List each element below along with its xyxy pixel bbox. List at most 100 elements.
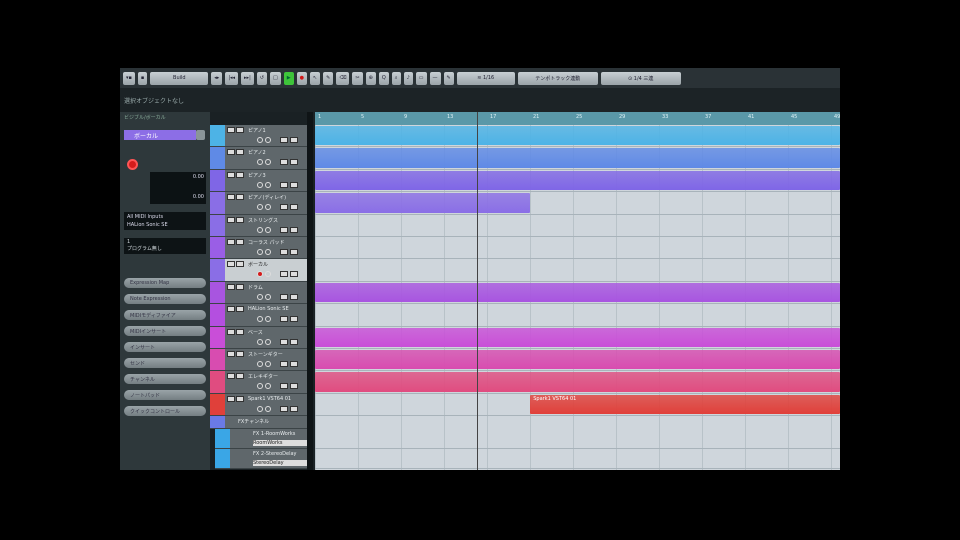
monitor-button[interactable] [265, 271, 271, 278]
mute-solo-button[interactable] [236, 373, 244, 380]
volume-meter[interactable]: 0.00 0.00 [150, 172, 206, 204]
edit-button[interactable] [290, 204, 298, 211]
track-header[interactable]: ストーンギター [210, 349, 310, 372]
midi-part[interactable] [315, 282, 840, 303]
mute-solo-button[interactable] [227, 395, 235, 402]
toolbar-button[interactable]: ◂▸ [211, 71, 223, 85]
toolbar-button[interactable]: ⊙ 1/4 三連 [600, 71, 681, 85]
record-enable-button[interactable] [257, 316, 263, 323]
edit-button[interactable] [290, 361, 298, 367]
track-color-strip[interactable] [210, 304, 225, 326]
monitor-button[interactable] [265, 226, 271, 233]
toolbar-button[interactable]: ✎ [443, 71, 454, 85]
mute-solo-button[interactable] [236, 395, 244, 402]
toolbar-button[interactable]: |◂◂ [225, 71, 239, 85]
edit-button[interactable] [280, 293, 288, 300]
mute-solo-button[interactable] [236, 261, 244, 268]
toolbar-button[interactable]: ▾▪ [123, 71, 135, 85]
midi-part[interactable] [315, 148, 840, 168]
record-enable-button[interactable] [257, 204, 263, 211]
track-header[interactable]: ピアノ3 [210, 169, 310, 193]
record-enable-button[interactable] [257, 361, 263, 367]
monitor-button[interactable] [265, 181, 271, 188]
edit-button[interactable] [280, 316, 288, 323]
mute-solo-button[interactable] [227, 328, 235, 335]
edit-button[interactable] [196, 130, 205, 140]
mute-solo-button[interactable] [227, 283, 235, 290]
edit-button[interactable] [280, 226, 288, 233]
monitor-button[interactable] [265, 405, 271, 412]
toolbar-button[interactable]: — [429, 71, 441, 85]
track-header[interactable]: エレキギター [210, 371, 310, 394]
monitor-button[interactable] [265, 316, 271, 323]
mute-solo-button[interactable] [236, 194, 244, 201]
mute-solo-button[interactable] [236, 351, 244, 357]
track-color-strip[interactable] [210, 416, 225, 429]
record-enable-button[interactable] [257, 383, 263, 390]
edit-button[interactable] [290, 405, 298, 412]
mute-solo-button[interactable] [227, 127, 235, 133]
edit-button[interactable] [280, 204, 288, 211]
track-header[interactable]: ボーカル [210, 259, 310, 282]
track-color-strip[interactable] [210, 169, 225, 192]
toolbar-button[interactable]: ⌕ [391, 71, 401, 85]
inspector-section[interactable]: Note Expression [124, 294, 206, 304]
track-color-strip[interactable] [210, 125, 225, 147]
track-color-strip[interactable] [210, 281, 225, 304]
inspector-section[interactable]: MIDIモディファイア [124, 310, 206, 320]
midi-part[interactable] [315, 327, 840, 347]
inspector-section[interactable]: チャンネル [124, 374, 206, 384]
toolbar-button[interactable]: ▸▸| [241, 71, 254, 85]
monitor-button[interactable] [265, 204, 271, 211]
output-routing[interactable]: HALion Sonic SE [127, 221, 203, 229]
edit-button[interactable] [290, 271, 298, 278]
program-select[interactable]: プログラム無し [127, 245, 203, 252]
inspector-section[interactable]: Expression Map [124, 278, 206, 288]
record-enable-button[interactable] [257, 405, 263, 412]
track-color-strip[interactable] [210, 214, 225, 236]
edit-button[interactable] [280, 383, 288, 390]
toolbar-button[interactable]: ↖ [309, 71, 321, 85]
track-header[interactable]: ストリングス [210, 214, 310, 237]
mute-solo-button[interactable] [236, 149, 244, 156]
toolbar-button[interactable]: ≋ 1/16 [456, 71, 515, 85]
toolbar-button[interactable]: ▪ [137, 71, 148, 85]
edit-button[interactable] [290, 159, 298, 166]
record-enable-button[interactable] [127, 159, 138, 170]
inspector-section[interactable]: クイックコントロール [124, 406, 206, 416]
mute-solo-button[interactable] [227, 149, 235, 156]
record-enable-button[interactable] [257, 159, 263, 166]
insert-slot[interactable]: RoomWorks [253, 440, 313, 447]
track-color-strip[interactable] [210, 349, 225, 371]
toolbar-button[interactable]: Q [378, 71, 389, 85]
toolbar-button[interactable]: ✎ [323, 71, 334, 85]
track-header[interactable]: コーラス パッド [210, 237, 310, 260]
mute-solo-button[interactable] [227, 261, 235, 268]
mute-solo-button[interactable] [236, 283, 244, 290]
edit-button[interactable] [280, 361, 288, 367]
inspector-section[interactable]: インサート [124, 342, 206, 352]
mute-solo-button[interactable] [227, 306, 235, 313]
track-list-scrollbar[interactable] [307, 112, 313, 470]
track-header[interactable]: ピアノ2 [210, 147, 310, 170]
record-enable-button[interactable] [257, 249, 263, 255]
insert-slot[interactable]: StereoDelay [253, 460, 313, 467]
mute-solo-button[interactable] [236, 171, 244, 178]
track-header[interactable]: ドラム [210, 281, 310, 305]
edit-button[interactable] [280, 137, 288, 143]
midi-part[interactable] [315, 126, 840, 146]
inspector-section[interactable]: ノートパッド [124, 390, 206, 400]
track-header[interactable]: ベース [210, 326, 310, 349]
track-header[interactable]: HALion Sonic SE [210, 304, 310, 327]
edit-button[interactable] [290, 338, 298, 345]
monitor-button[interactable] [265, 159, 271, 166]
monitor-button[interactable] [265, 137, 271, 143]
record-enable-button[interactable] [257, 271, 263, 278]
toolbar-button[interactable]: ● [296, 71, 307, 85]
toolbar-button[interactable]: ♪ [403, 71, 413, 85]
track-header[interactable]: ピアノ1 [210, 125, 310, 148]
record-enable-button[interactable] [257, 181, 263, 188]
track-color-strip[interactable] [210, 192, 225, 214]
fx-track-header[interactable]: FX 2-StereoDelay StereoDelay [215, 449, 313, 470]
track-header[interactable]: Spark1 VST64 01 [210, 393, 310, 417]
